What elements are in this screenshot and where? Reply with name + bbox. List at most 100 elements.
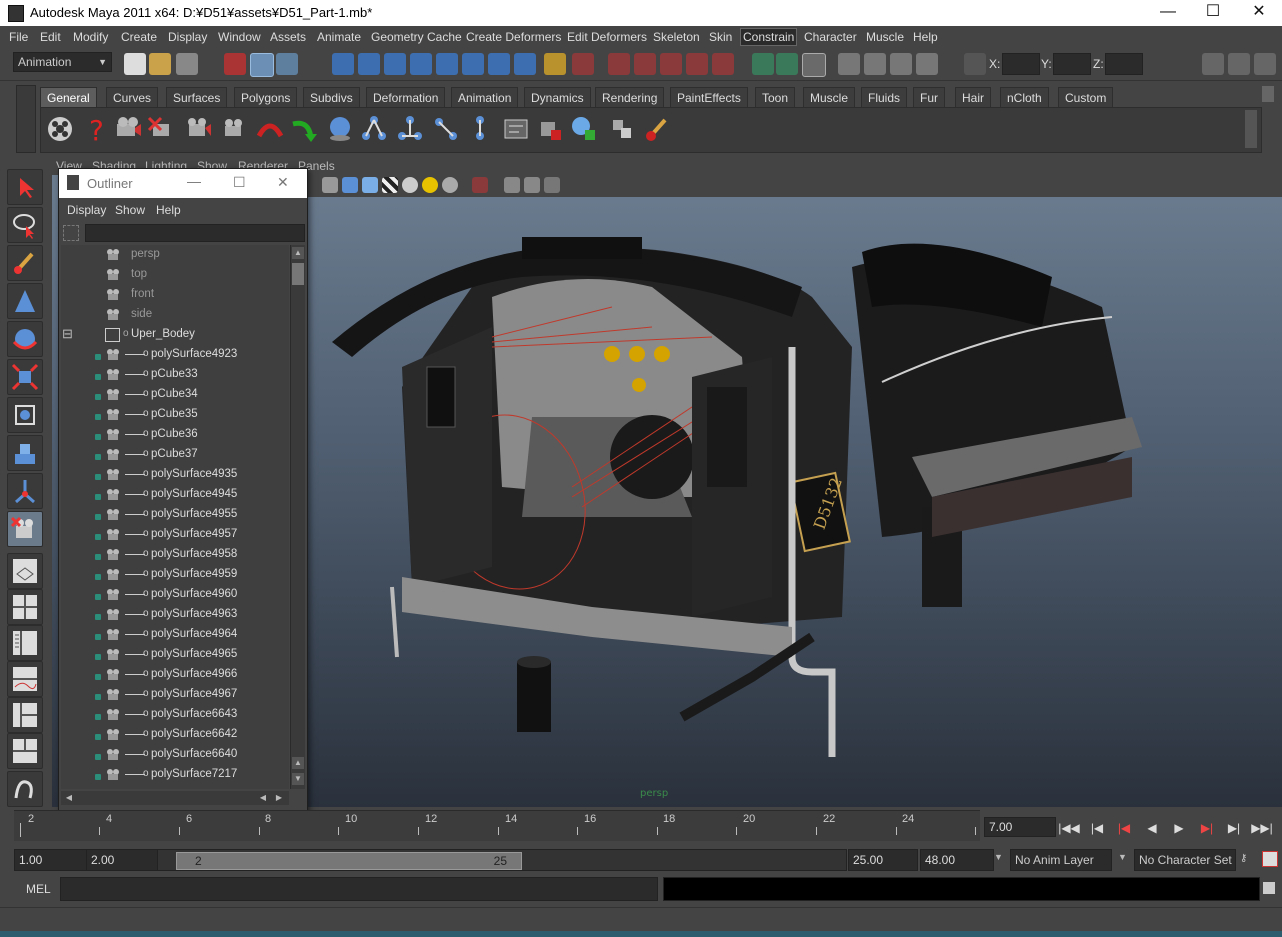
select-rendering-icon[interactable]	[488, 53, 510, 75]
scroll-down-icon[interactable]: ▼	[292, 773, 304, 785]
select-by-object-icon[interactable]	[250, 53, 274, 77]
layout-outliner-persp-icon[interactable]	[7, 625, 43, 661]
select-by-hierarchy-icon[interactable]	[224, 53, 246, 75]
textured-icon[interactable]	[382, 177, 398, 193]
step-back-frame-icon[interactable]: |◀	[1086, 817, 1108, 839]
scroll-thumb[interactable]	[292, 263, 304, 285]
range-slider-track[interactable]: 2 25	[157, 849, 847, 871]
outliner-mesh-row[interactable]: o polySurface4966	[61, 665, 289, 685]
help-question-icon[interactable]: ?	[81, 114, 111, 144]
menu-help[interactable]: Help	[913, 30, 938, 44]
menu-skin[interactable]: Skin	[709, 30, 732, 44]
command-input[interactable]	[60, 877, 658, 901]
scroll-up-icon[interactable]: ▲	[292, 247, 304, 259]
tab-custom[interactable]: Custom	[1058, 87, 1114, 108]
character-set-selector[interactable]: No Character Set	[1134, 849, 1236, 871]
render-settings-icon[interactable]	[916, 53, 938, 75]
open-scene-icon[interactable]	[149, 53, 171, 75]
menu-geometry-cache[interactable]: Geometry Cache	[371, 30, 462, 44]
outliner-mesh-row[interactable]: o polySurface4958	[61, 545, 289, 565]
render-view-icon[interactable]	[838, 53, 860, 75]
joint-tree-2-icon[interactable]	[395, 114, 425, 144]
channel-box-icon[interactable]	[1254, 53, 1276, 75]
menu-set-selector[interactable]: Animation ▼	[13, 52, 112, 72]
key-icon[interactable]: ⚷	[1240, 853, 1254, 864]
outliner-mesh-row[interactable]: o polySurface4959	[61, 565, 289, 585]
wireframe-on-shaded-icon[interactable]	[362, 177, 378, 193]
script-editor-icon[interactable]	[1263, 882, 1275, 894]
layout-graph-persp-icon[interactable]	[7, 661, 43, 697]
z-field[interactable]	[1105, 53, 1143, 75]
menu-edit-deformers[interactable]: Edit Deformers	[567, 30, 647, 44]
select-misc-icon[interactable]	[514, 53, 536, 75]
outliner-mesh-row[interactable]: o pCube35	[61, 405, 289, 425]
scroll-left-icon[interactable]: ◀	[63, 792, 75, 804]
transform-input-icon[interactable]	[964, 53, 986, 75]
time-slider[interactable]: 2 4 6 8 10 12 14 16 18 20 22 24	[14, 810, 980, 841]
menu-assets[interactable]: Assets	[270, 30, 306, 44]
outliner-group-row[interactable]: ⊟ o Uper_Bodey	[61, 325, 289, 345]
camera-aim-icon[interactable]	[147, 114, 177, 144]
menu-character[interactable]: Character	[804, 30, 857, 44]
tab-fur[interactable]: Fur	[913, 87, 945, 108]
layout-single-icon[interactable]	[7, 553, 43, 589]
resolution-gate-icon[interactable]	[544, 177, 560, 193]
paint-brush-icon[interactable]	[643, 114, 673, 144]
paint-select-tool-icon[interactable]	[7, 245, 43, 281]
step-forward-key-icon[interactable]: ▶|	[1196, 817, 1218, 839]
wireframe-icon[interactable]	[322, 177, 338, 193]
menu-create[interactable]: Create	[121, 30, 157, 44]
rotate-green-icon[interactable]	[289, 114, 319, 144]
outliner-filter-field[interactable]	[85, 224, 305, 242]
chevron-down-icon[interactable]: ▼	[994, 852, 1003, 862]
menu-display[interactable]: Display	[168, 30, 207, 44]
menu-edit[interactable]: Edit	[40, 30, 61, 44]
snap-to-curve-icon[interactable]	[634, 53, 656, 75]
make-live-icon[interactable]	[712, 53, 734, 75]
outliner-mesh-row[interactable]: o polySurface6642	[61, 725, 289, 745]
tab-fluids[interactable]: Fluids	[861, 87, 908, 108]
tab-hair[interactable]: Hair	[955, 87, 992, 108]
tab-toon[interactable]: Toon	[755, 87, 796, 108]
outliner-mesh-row[interactable]: o polySurface4923	[61, 345, 289, 365]
all-lights-icon[interactable]	[422, 177, 438, 193]
tab-animation[interactable]: Animation	[451, 87, 519, 108]
show-manipulator-icon[interactable]	[7, 473, 43, 509]
go-to-start-icon[interactable]: |◀◀	[1058, 817, 1080, 839]
menu-window[interactable]: Window	[218, 30, 261, 44]
outliner-title-bar[interactable]: Outliner — ☐ ✕	[59, 169, 307, 198]
play-backwards-icon[interactable]: ◀	[1141, 817, 1163, 839]
select-joint-icon[interactable]	[358, 53, 380, 75]
tab-general[interactable]: General	[40, 87, 97, 108]
outliner-close-button[interactable]: ✕	[277, 174, 289, 191]
menu-constrain[interactable]: Constrain	[740, 28, 798, 46]
go-to-end-icon[interactable]: ▶▶|	[1251, 817, 1273, 839]
cubes-stack-icon[interactable]	[607, 114, 637, 144]
tab-polygons[interactable]: Polygons	[234, 87, 298, 108]
close-button[interactable]: ✕	[1236, 0, 1282, 26]
tool-settings-icon[interactable]	[1228, 53, 1250, 75]
tab-rendering[interactable]: Rendering	[595, 87, 665, 108]
xray-icon[interactable]	[504, 177, 520, 193]
scroll-left-2-icon[interactable]: ◀	[257, 792, 269, 804]
trash-icon[interactable]	[1262, 86, 1274, 102]
select-dynamics-icon[interactable]	[462, 53, 484, 75]
shelf-scroll[interactable]	[1245, 110, 1257, 148]
soft-mod-tool-icon[interactable]	[7, 435, 43, 471]
select-surface-icon[interactable]	[410, 53, 432, 75]
outliner-mesh-row[interactable]: o polySurface4957	[61, 525, 289, 545]
menu-modify[interactable]: Modify	[73, 30, 108, 44]
sphere-icon[interactable]	[325, 114, 355, 144]
scroll-right-icon[interactable]: ▶	[273, 792, 285, 804]
outliner-mesh-row[interactable]: o polySurface4963	[61, 605, 289, 625]
joint-tree-4-icon[interactable]	[465, 114, 495, 144]
menu-skeleton[interactable]: Skeleton	[653, 30, 700, 44]
render-icon[interactable]	[802, 53, 826, 77]
camera-icon[interactable]	[113, 114, 143, 144]
isolate-select-icon[interactable]	[472, 177, 488, 193]
tab-curves[interactable]: Curves	[106, 87, 159, 108]
outliner-mesh-row[interactable]: o polySurface4960	[61, 585, 289, 605]
snap-to-point-icon[interactable]	[660, 53, 682, 75]
outliner-maximize-button[interactable]: ☐	[233, 174, 246, 191]
sphere-cube-icon[interactable]	[569, 114, 599, 144]
